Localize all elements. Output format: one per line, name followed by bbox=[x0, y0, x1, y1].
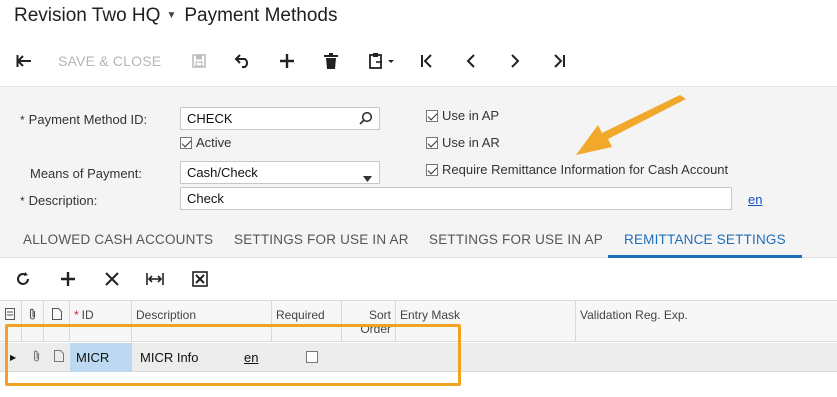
add-button[interactable] bbox=[274, 46, 300, 76]
export-excel-icon[interactable] bbox=[189, 262, 211, 296]
checkbox-icon[interactable] bbox=[306, 351, 318, 363]
cell-language-link[interactable]: en bbox=[238, 343, 268, 372]
screen-title: Payment Methods bbox=[184, 5, 338, 26]
payment-method-id-field[interactable]: CHECK bbox=[180, 107, 380, 130]
previous-icon[interactable] bbox=[458, 46, 484, 76]
active-checkbox[interactable]: Active bbox=[180, 135, 231, 150]
fit-columns-icon[interactable] bbox=[144, 262, 166, 296]
cell-id[interactable]: MICR bbox=[70, 343, 132, 372]
tab-bar: ALLOWED CASH ACCOUNTS SETTINGS FOR USE I… bbox=[0, 218, 837, 258]
payment-method-id-label: * Payment Method ID: bbox=[20, 112, 148, 127]
delete-row-button[interactable] bbox=[101, 262, 123, 296]
note-icon[interactable] bbox=[48, 343, 70, 372]
require-remittance-checkbox[interactable]: Require Remittance Information for Cash … bbox=[426, 162, 728, 177]
col-validation-regexp[interactable]: Validation Reg. Exp. bbox=[576, 301, 837, 342]
row-selector-icon[interactable] bbox=[0, 301, 22, 342]
means-of-payment-label: Means of Payment: bbox=[30, 166, 142, 181]
chevron-down-icon[interactable] bbox=[363, 170, 372, 185]
delete-button[interactable] bbox=[318, 46, 344, 76]
first-record-icon[interactable] bbox=[414, 46, 440, 76]
cell-description[interactable]: MICR Info bbox=[134, 343, 234, 372]
table-row[interactable]: ▶ MICR MICR Info en bbox=[0, 343, 837, 372]
last-record-icon[interactable] bbox=[546, 46, 572, 76]
next-icon[interactable] bbox=[502, 46, 528, 76]
means-of-payment-select[interactable]: Cash/Check bbox=[180, 161, 380, 184]
col-description[interactable]: Description bbox=[132, 301, 272, 342]
col-entry-mask[interactable]: Entry Mask bbox=[396, 301, 576, 342]
main-toolbar: SAVE & CLOSE bbox=[0, 46, 837, 76]
grid-toolbar bbox=[0, 262, 837, 296]
checkbox-icon[interactable] bbox=[426, 163, 438, 176]
add-row-button[interactable] bbox=[57, 262, 79, 296]
col-sort-order[interactable]: Sort Order bbox=[342, 301, 396, 342]
attachment-icon[interactable] bbox=[26, 343, 44, 372]
tab-allowed-cash-accounts[interactable]: ALLOWED CASH ACCOUNTS bbox=[23, 218, 213, 258]
back-arrow-icon[interactable] bbox=[10, 46, 38, 76]
company-name[interactable]: Revision Two HQ bbox=[14, 5, 160, 27]
annotation-arrow-icon bbox=[576, 95, 686, 155]
save-and-close-button[interactable]: SAVE & CLOSE bbox=[58, 46, 161, 76]
save-icon[interactable] bbox=[186, 46, 212, 76]
current-row-icon: ▶ bbox=[10, 353, 17, 362]
note-icon[interactable] bbox=[44, 301, 70, 342]
checkbox-icon[interactable] bbox=[426, 136, 438, 149]
checkbox-icon[interactable] bbox=[180, 136, 192, 149]
search-icon[interactable] bbox=[359, 111, 373, 128]
col-required[interactable]: Required bbox=[272, 301, 342, 342]
page-title: Revision Two HQ ▼ Payment Methods bbox=[14, 5, 337, 27]
description-label: * Description: bbox=[20, 193, 98, 208]
undo-icon[interactable] bbox=[230, 46, 256, 76]
use-in-ap-checkbox[interactable]: Use in AP bbox=[426, 108, 499, 123]
cell-required-checkbox[interactable] bbox=[300, 343, 320, 372]
language-link[interactable]: en bbox=[748, 192, 762, 207]
summary-form: * Payment Method ID: CHECK Active Means o… bbox=[0, 86, 837, 218]
caret-down-icon[interactable]: ▼ bbox=[166, 10, 176, 21]
checkbox-icon[interactable] bbox=[426, 109, 438, 122]
grid-header: * ID Description Required Sort Order Entr… bbox=[0, 300, 837, 342]
tab-settings-ar[interactable]: SETTINGS FOR USE IN AR bbox=[234, 218, 409, 258]
col-id[interactable]: * ID bbox=[70, 301, 132, 342]
refresh-icon[interactable] bbox=[12, 262, 34, 296]
use-in-ar-checkbox[interactable]: Use in AR bbox=[426, 135, 500, 150]
clipboard-menu-button[interactable] bbox=[362, 46, 402, 76]
attachment-icon[interactable] bbox=[22, 301, 44, 342]
description-field[interactable]: Check bbox=[180, 187, 732, 210]
tab-settings-ap[interactable]: SETTINGS FOR USE IN AP bbox=[429, 218, 603, 258]
tab-remittance-settings[interactable]: REMITTANCE SETTINGS bbox=[608, 218, 802, 258]
